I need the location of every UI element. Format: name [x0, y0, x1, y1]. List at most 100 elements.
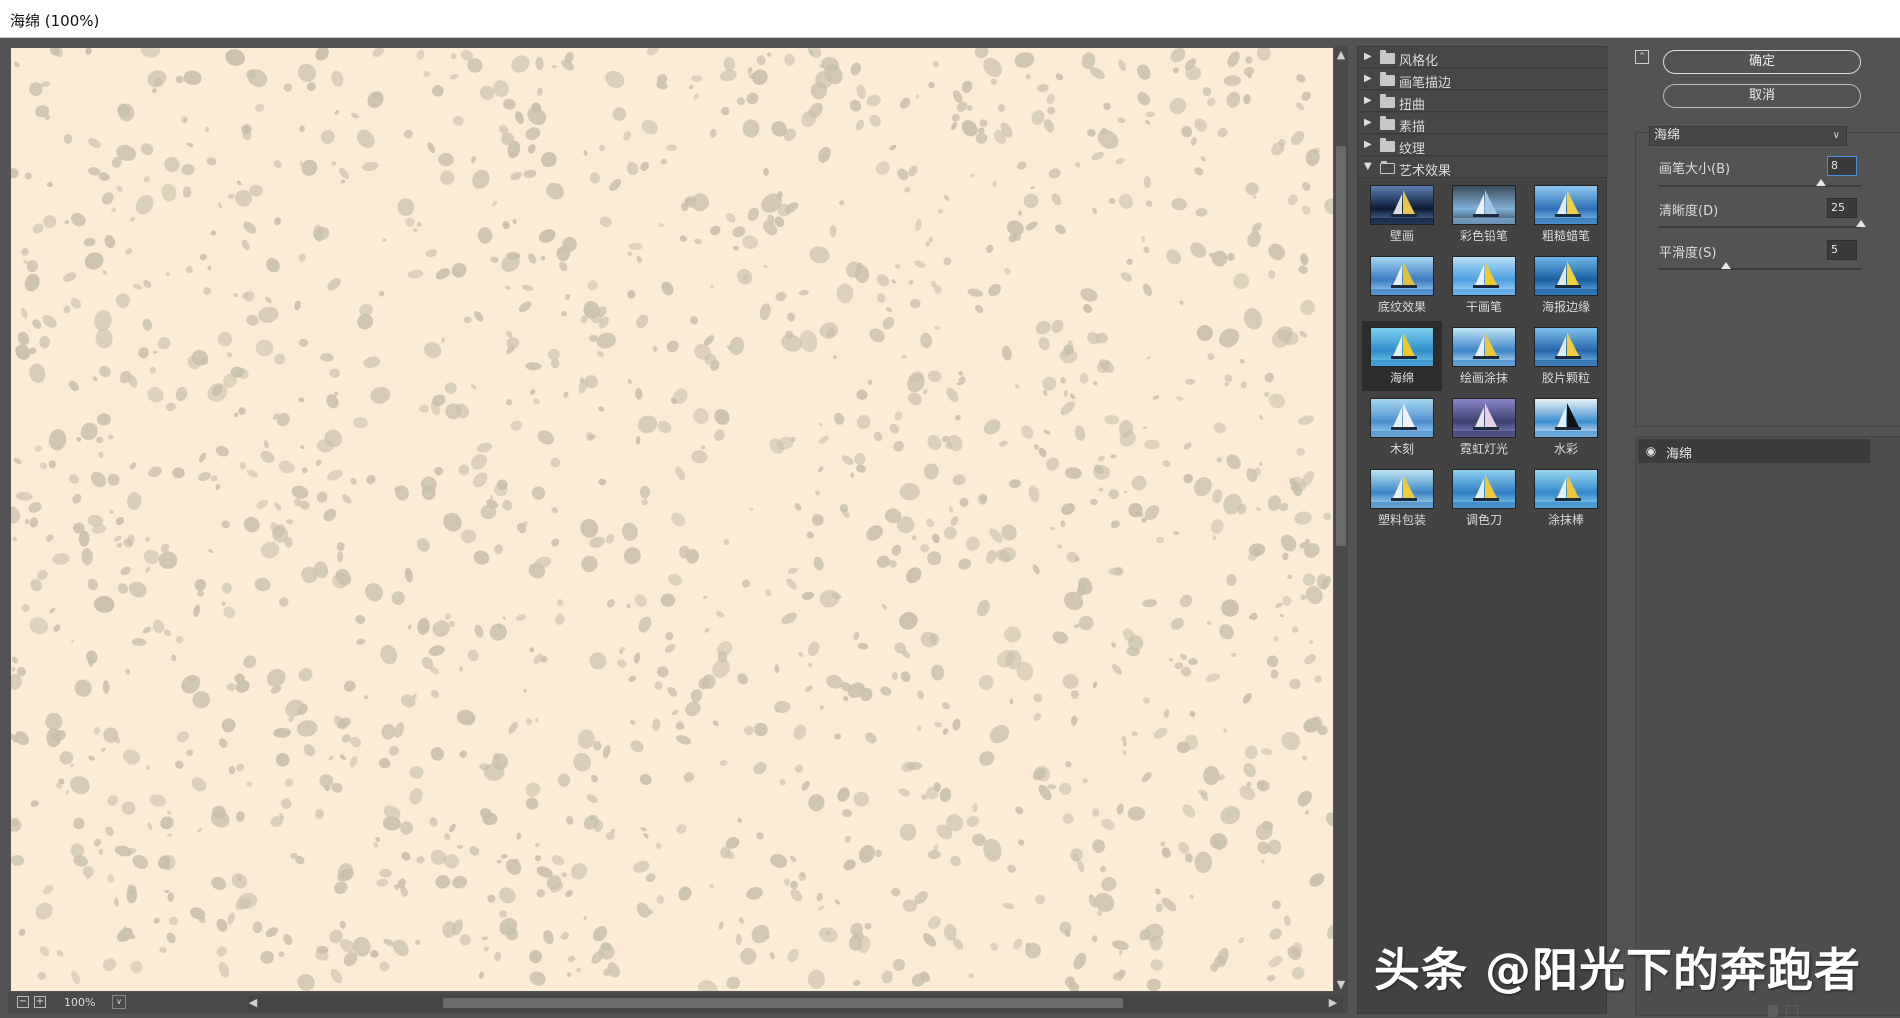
- folder-icon: [1380, 72, 1395, 86]
- filter-preview-image: [1452, 327, 1516, 367]
- filter-select[interactable]: 海绵 ∨: [1649, 126, 1847, 146]
- preview-vertical-scrollbar[interactable]: ▲ ▼: [1334, 46, 1348, 994]
- filter-thumb-film-grain[interactable]: 胶片颗粒: [1526, 321, 1606, 391]
- preview-canvas[interactable]: [11, 48, 1333, 991]
- filter-label: 壁画: [1389, 229, 1414, 243]
- folder-label: 扭曲: [1399, 98, 1426, 113]
- filter-label: 塑料包装: [1377, 513, 1426, 527]
- window-title: 海绵 (100%): [10, 12, 100, 30]
- filter-thumb-cutout[interactable]: 木刻: [1362, 392, 1442, 462]
- filter-preview-image: [1534, 256, 1598, 296]
- sponge-texture: [11, 48, 1333, 991]
- new-effect-layer-icon[interactable]: [1768, 1005, 1778, 1017]
- slider-handle[interactable]: [1720, 262, 1731, 269]
- folder-texture[interactable]: ▶ 纹理: [1358, 135, 1608, 157]
- filter-gallery: ▶ 风格化 ▶ 画笔描边 ▶ 扭曲 ▶ 素描 ▶ 纹理 ▼ 艺术效果 壁画 彩色铅…: [1357, 46, 1608, 1014]
- filter-preview-image: [1452, 256, 1516, 296]
- folder-label: 画笔描边: [1399, 76, 1452, 91]
- filter-preview-image: [1534, 327, 1598, 367]
- folder-brush-strokes[interactable]: ▶ 画笔描边: [1358, 69, 1608, 91]
- filter-thumb-underpainting[interactable]: 底纹效果: [1362, 250, 1442, 320]
- chevron-down-icon[interactable]: ∨: [112, 995, 126, 1009]
- chevron-down-icon: ∨: [1832, 130, 1840, 141]
- effect-layer-row[interactable]: ◉ 海绵: [1638, 439, 1870, 463]
- scroll-up-arrow-icon[interactable]: ▲: [1335, 48, 1347, 62]
- brush-size-input[interactable]: 8: [1827, 156, 1857, 176]
- smoothness-input[interactable]: 5: [1827, 240, 1857, 260]
- filter-label: 干画笔: [1465, 300, 1502, 314]
- expand-triangle-icon[interactable]: ▶: [1364, 51, 1372, 62]
- filter-label: 调色刀: [1465, 513, 1502, 527]
- filter-preview-image: [1452, 398, 1516, 438]
- zoom-in-button[interactable]: +: [34, 996, 46, 1008]
- slider-handle[interactable]: [1856, 220, 1866, 227]
- filter-label: 水彩: [1553, 442, 1578, 456]
- effect-layer-label: 海绵: [1666, 447, 1693, 462]
- folder-distort[interactable]: ▶ 扭曲: [1358, 91, 1608, 113]
- filter-preview-image: [1534, 398, 1598, 438]
- folder-icon: [1380, 50, 1395, 64]
- filter-preview-image: [1534, 185, 1598, 225]
- filter-thumb-colored-pencil[interactable]: 彩色铅笔: [1444, 179, 1524, 249]
- expand-triangle-icon[interactable]: ▶: [1364, 73, 1372, 84]
- collapse-triangle-icon[interactable]: ▼: [1364, 161, 1372, 172]
- settings-panel: ⌃ 确定 取消 海绵 ∨ 画笔大小(B) 8 清晰度(D) 25 平滑度(S) …: [1615, 46, 1900, 1018]
- preview-panel: [8, 46, 1334, 994]
- filter-label: 海绵: [1389, 371, 1414, 385]
- filter-label: 海报边缘: [1541, 300, 1590, 314]
- filter-thumb-paint-daubs[interactable]: 绘画涂抹: [1444, 321, 1524, 391]
- folder-sketch[interactable]: ▶ 素描: [1358, 113, 1608, 135]
- filter-preview-image: [1370, 469, 1434, 509]
- artistic-filter-thumbnails: 壁画 彩色铅笔 粗糙蜡笔底纹效果 干画笔 海报边缘海绵 绘画涂抹 胶片颗粒木刻 霓虹灯光 水彩塑…: [1358, 175, 1608, 575]
- folder-label: 纹理: [1399, 142, 1426, 157]
- expand-triangle-icon[interactable]: ▶: [1364, 117, 1372, 128]
- expand-triangle-icon[interactable]: ▶: [1364, 139, 1372, 150]
- vertical-scroll-thumb[interactable]: [1336, 146, 1346, 546]
- smoothness-slider[interactable]: [1659, 262, 1861, 270]
- filter-thumb-smudge-stick[interactable]: 涂抹棒: [1526, 463, 1606, 533]
- filter-label: 底纹效果: [1377, 300, 1426, 314]
- zoom-out-button[interactable]: −: [17, 996, 29, 1008]
- filter-thumb-poster-edges[interactable]: 海报边缘: [1526, 250, 1606, 320]
- filter-thumb-watercolor[interactable]: 水彩: [1526, 392, 1606, 462]
- filter-preview-image: [1370, 185, 1434, 225]
- scroll-left-arrow-icon[interactable]: ◀: [246, 995, 260, 1011]
- brush-size-slider[interactable]: [1659, 179, 1861, 187]
- horizontal-scroll-thumb[interactable]: [443, 998, 1123, 1008]
- filter-thumb-fresco[interactable]: 壁画: [1362, 179, 1442, 249]
- filter-thumb-sponge[interactable]: 海绵: [1362, 321, 1442, 391]
- ok-button[interactable]: 确定: [1663, 50, 1861, 74]
- filter-preview-image: [1452, 469, 1516, 509]
- open-folder-icon: [1380, 161, 1395, 174]
- filter-thumb-plastic-wrap[interactable]: 塑料包装: [1362, 463, 1442, 533]
- brush-size-label: 画笔大小(B): [1659, 162, 1731, 177]
- definition-input[interactable]: 25: [1827, 198, 1857, 218]
- smoothness-label: 平滑度(S): [1659, 246, 1717, 261]
- filter-preview-image: [1370, 327, 1434, 367]
- collapse-gallery-icon[interactable]: ⌃: [1635, 50, 1649, 64]
- zoom-level[interactable]: 100%: [60, 994, 116, 1011]
- filter-select-value: 海绵: [1654, 128, 1681, 143]
- filter-label: 胶片颗粒: [1541, 371, 1590, 385]
- folder-icon: [1380, 94, 1395, 108]
- filter-thumb-rough-pastels[interactable]: 粗糙蜡笔: [1526, 179, 1606, 249]
- filter-thumb-neon-glow[interactable]: 霓虹灯光: [1444, 392, 1524, 462]
- filter-label: 霓虹灯光: [1459, 442, 1508, 456]
- trash-icon[interactable]: [1786, 1005, 1798, 1017]
- cancel-button[interactable]: 取消: [1663, 84, 1861, 108]
- slider-handle[interactable]: [1815, 179, 1826, 186]
- eye-icon[interactable]: ◉: [1644, 444, 1658, 458]
- filter-thumb-dry-brush[interactable]: 干画笔: [1444, 250, 1524, 320]
- filter-label: 涂抹棒: [1547, 513, 1584, 527]
- preview-status-bar: − + 100% ∨ ◀ ▶: [8, 992, 1348, 1014]
- scroll-down-arrow-icon[interactable]: ▼: [1335, 978, 1347, 992]
- filter-preview-image: [1370, 398, 1434, 438]
- scroll-right-arrow-icon[interactable]: ▶: [1326, 995, 1340, 1011]
- folder-stylize[interactable]: ▶ 风格化: [1358, 47, 1608, 69]
- filter-preview-image: [1452, 185, 1516, 225]
- preview-horizontal-scrollbar[interactable]: ◀ ▶: [248, 995, 1343, 1011]
- expand-triangle-icon[interactable]: ▶: [1364, 95, 1372, 106]
- folder-icon: [1380, 138, 1395, 152]
- definition-slider[interactable]: [1659, 220, 1866, 228]
- filter-thumb-palette-knife[interactable]: 调色刀: [1444, 463, 1524, 533]
